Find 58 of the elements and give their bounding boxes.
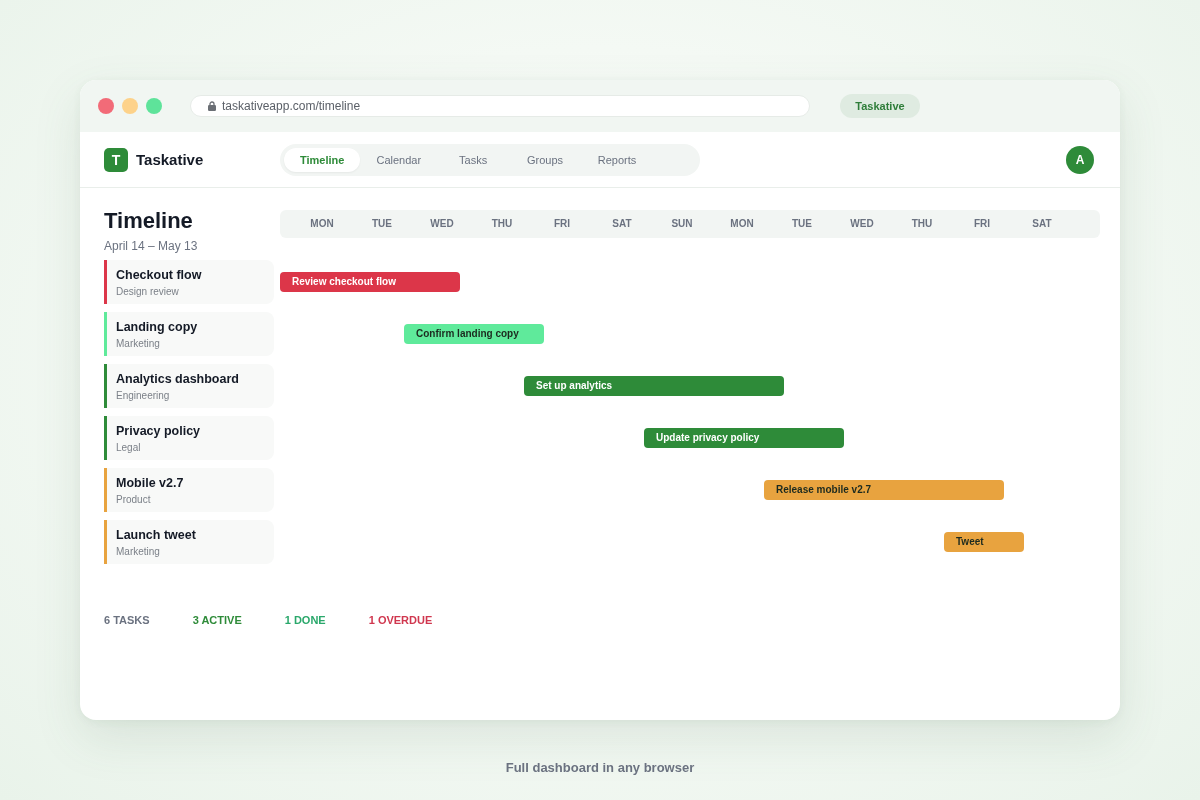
task-title: Checkout flow [116,268,202,283]
task-group: Design review [116,286,179,298]
day-label: TUE [792,218,812,230]
task-card[interactable]: Launch tweet Marketing [104,520,274,564]
browser-tab[interactable]: Taskative [840,94,920,118]
stat-label: 3 ACTIVE [192,613,242,627]
stat-label: 1 OVERDUE [368,613,433,627]
nav-tab[interactable]: Calendar [360,147,438,172]
day-label: THU [911,218,933,230]
nav-tab[interactable]: Tasks [437,147,510,172]
day-label: SAT [612,218,632,230]
day-label: WED [430,218,454,230]
task-group: Marketing [116,338,160,350]
minimize-window-button[interactable] [122,98,138,114]
app-logo: T [104,147,128,172]
caption-text: Full dashboard in any browser [505,760,695,775]
nav-tab[interactable]: Reports [581,147,654,172]
task-group: Legal [116,442,141,454]
page-title: Timeline [104,208,193,234]
task-title: Analytics dashboard [116,372,239,387]
day-label: TUE [372,218,392,230]
task-bar[interactable]: Confirm landing copy [404,324,544,344]
task-bar[interactable]: Release mobile v2.7 [764,480,1004,500]
day-label: THU [491,218,513,230]
task-card[interactable]: Checkout flow Design review [104,260,274,304]
task-card[interactable]: Analytics dashboard Engineering [104,364,274,408]
app-name: Taskative [136,151,204,168]
task-card[interactable]: Mobile v2.7 Product [104,468,274,512]
task-group: Product [116,494,151,506]
stat-label: 6 TASKS [104,613,150,627]
nav-tab[interactable]: Groups [509,147,582,172]
close-window-button[interactable] [98,98,114,114]
day-label: MON [310,218,334,230]
task-title: Landing copy [116,320,198,335]
task-bar[interactable]: Tweet [944,532,1024,552]
task-bar[interactable]: Review checkout flow [280,272,460,292]
task-title: Launch tweet [116,528,196,543]
task-title: Privacy policy [116,424,201,439]
nav-tab[interactable]: Timeline [284,147,361,172]
user-avatar[interactable]: A [1066,145,1094,174]
day-label: WED [850,218,874,230]
task-title: Mobile v2.7 [116,476,184,491]
day-label: SUN [671,218,693,230]
task-group: Marketing [116,546,160,558]
task-bar[interactable]: Set up analytics [524,376,784,396]
day-label: MON [730,218,754,230]
task-card[interactable]: Privacy policy Legal [104,416,274,460]
stat-label: 1 DONE [284,613,326,627]
day-label: FRI [973,218,991,230]
day-label: FRI [553,218,571,230]
task-card[interactable]: Landing copy Marketing [104,312,274,356]
task-group: Engineering [116,390,170,402]
address-field[interactable]: taskativeapp.com/timeline [190,95,810,117]
lock-icon [208,101,216,111]
task-bar[interactable]: Update privacy policy [644,428,844,448]
date-range: April 14 – May 13 [104,239,198,253]
maximize-window-button[interactable] [146,98,162,114]
day-label: SAT [1032,218,1052,230]
